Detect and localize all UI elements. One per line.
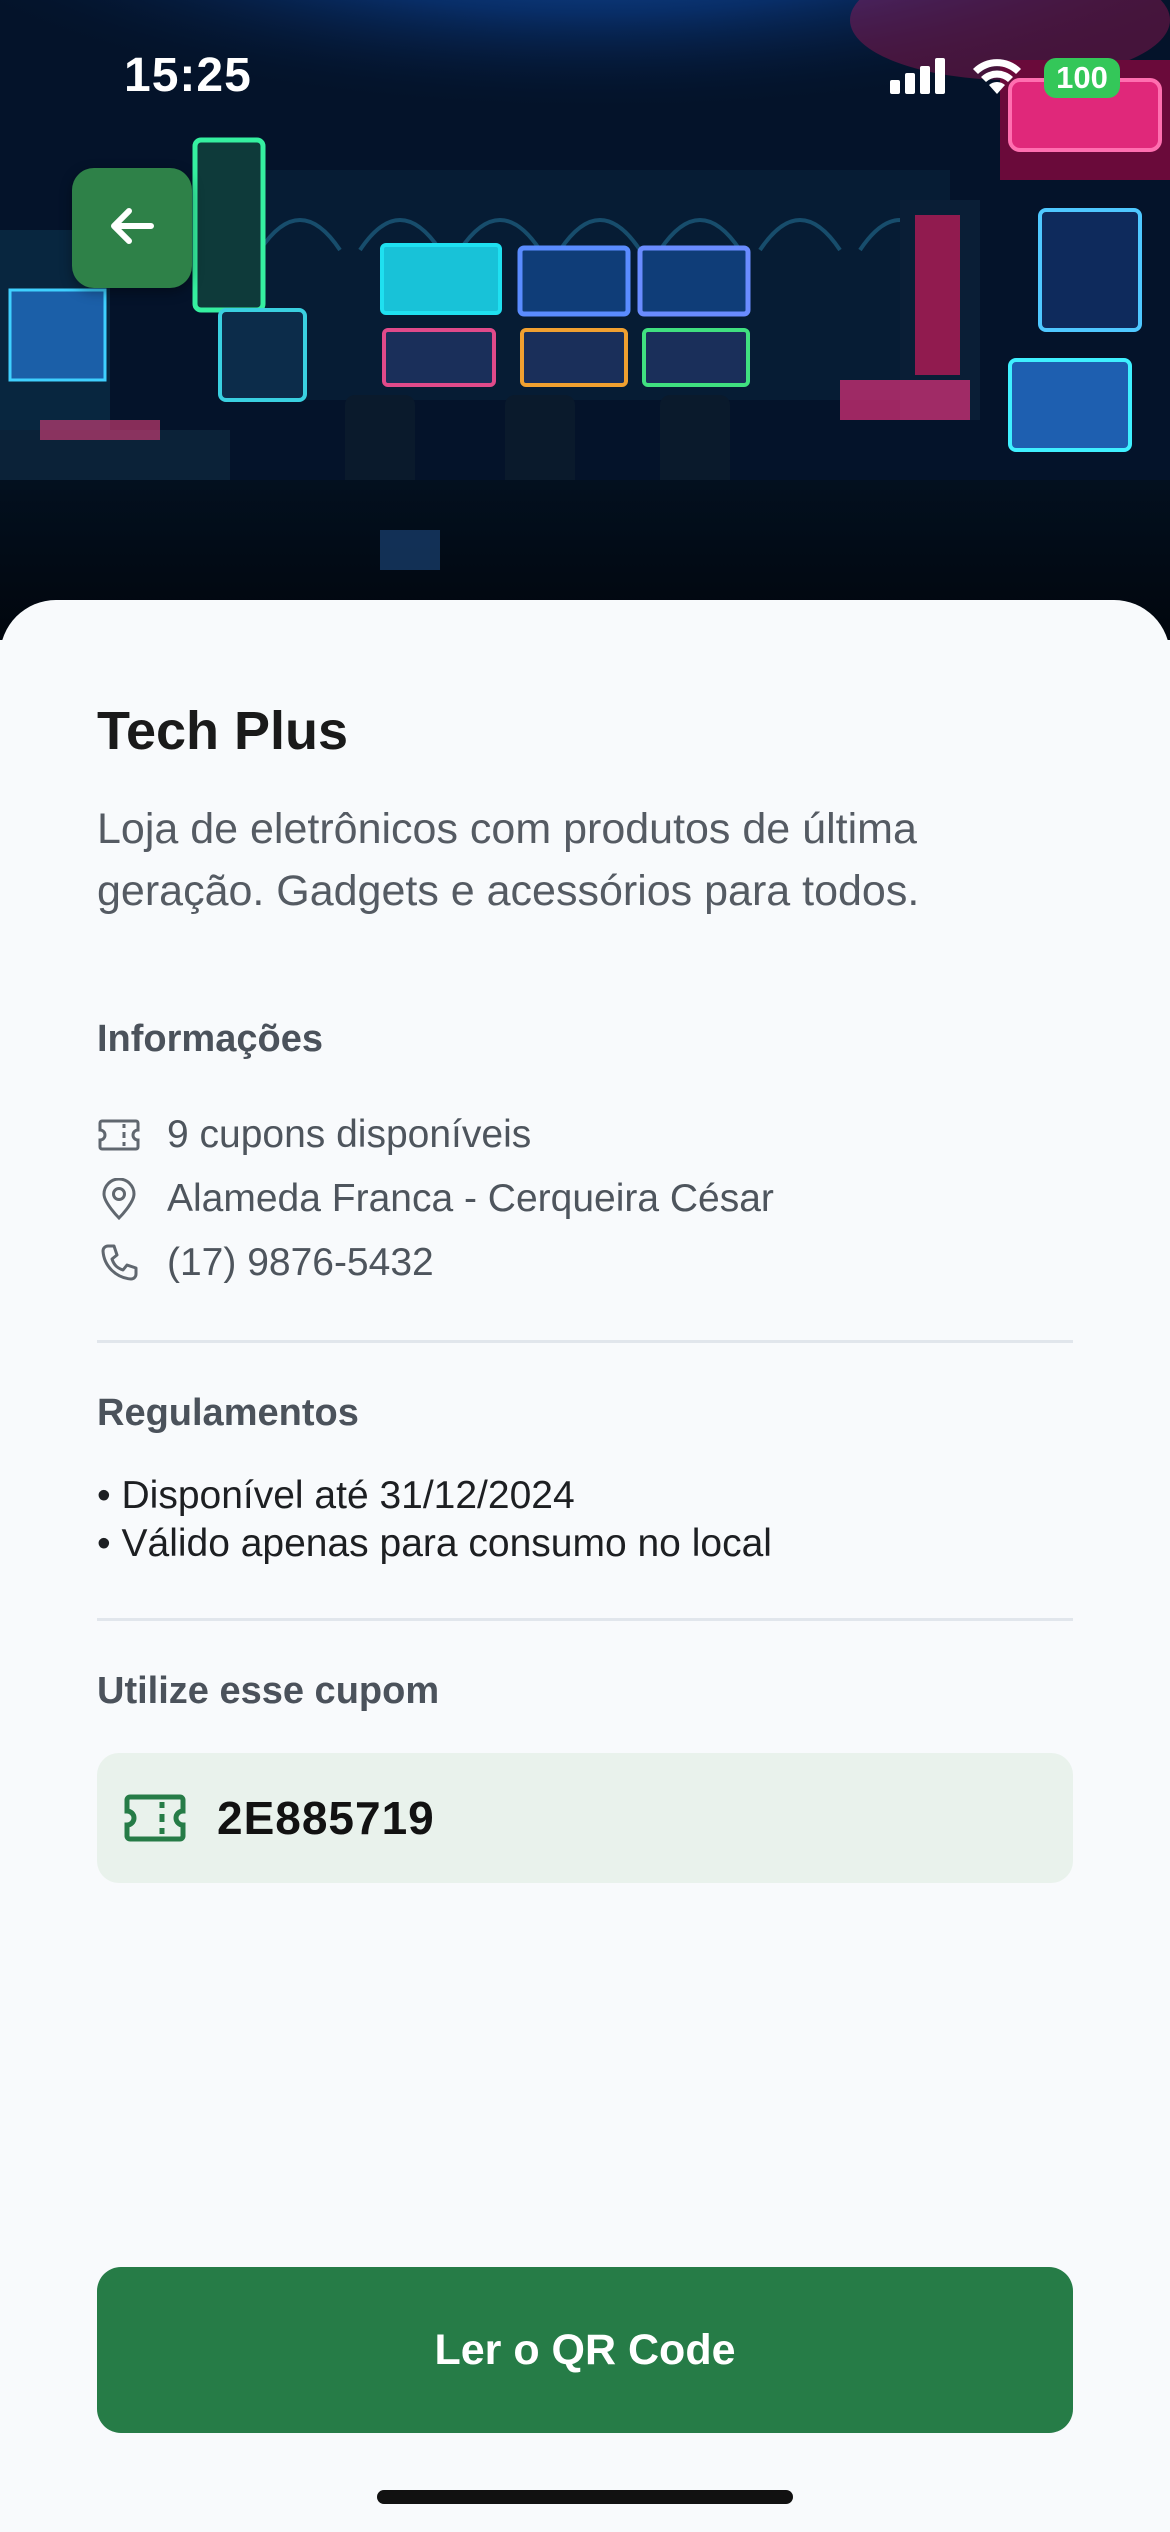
wifi-icon — [972, 56, 1022, 101]
store-detail-screen: 15:25 100 Tech Plus Loja de eletrônicos … — [0, 0, 1170, 2532]
info-item-address: Alameda Franca - Cerqueira César — [97, 1174, 774, 1224]
divider — [97, 1340, 1073, 1343]
info-item-phone: (17) 9876-5432 — [97, 1238, 434, 1288]
phone-icon — [97, 1241, 141, 1285]
store-name: Tech Plus — [97, 701, 349, 761]
read-qr-code-button[interactable]: Ler o QR Code — [97, 2267, 1073, 2433]
coupon-section-title: Utilize esse cupom — [97, 1670, 440, 1712]
arrow-left-icon — [105, 199, 159, 258]
divider — [97, 1618, 1073, 1621]
battery-icon: 100 — [1044, 58, 1120, 98]
status-bar: 15:25 100 — [0, 0, 1170, 150]
info-section-title: Informações — [97, 1018, 323, 1060]
store-details-sheet: Tech Plus Loja de eletrônicos com produt… — [0, 600, 1170, 2532]
status-icons: 100 — [890, 56, 1120, 100]
home-indicator — [377, 2490, 793, 2504]
address-text: Alameda Franca - Cerqueira César — [167, 1177, 774, 1220]
status-time: 15:25 — [124, 49, 252, 102]
rules-section-title: Regulamentos — [97, 1392, 359, 1434]
ticket-icon — [97, 1113, 141, 1157]
coupon-code: 2E885719 — [217, 1792, 435, 1844]
ticket-icon — [123, 1786, 187, 1850]
coupon-code-box[interactable]: 2E885719 — [97, 1753, 1073, 1883]
signal-icon — [890, 56, 950, 101]
rule-item: • Válido apenas para consumo no local — [97, 1522, 772, 1565]
info-item-coupons: 9 cupons disponíveis — [97, 1110, 531, 1160]
phone-text: (17) 9876-5432 — [167, 1241, 434, 1284]
back-button[interactable] — [72, 168, 192, 288]
rules-list: • Disponível até 31/12/2024 • Válido ape… — [97, 1472, 772, 1568]
store-description: Loja de eletrônicos com produtos de últi… — [97, 805, 920, 915]
rule-item: • Disponível até 31/12/2024 — [97, 1474, 575, 1517]
coupons-available-text: 9 cupons disponíveis — [167, 1113, 532, 1156]
location-pin-icon — [97, 1177, 141, 1221]
